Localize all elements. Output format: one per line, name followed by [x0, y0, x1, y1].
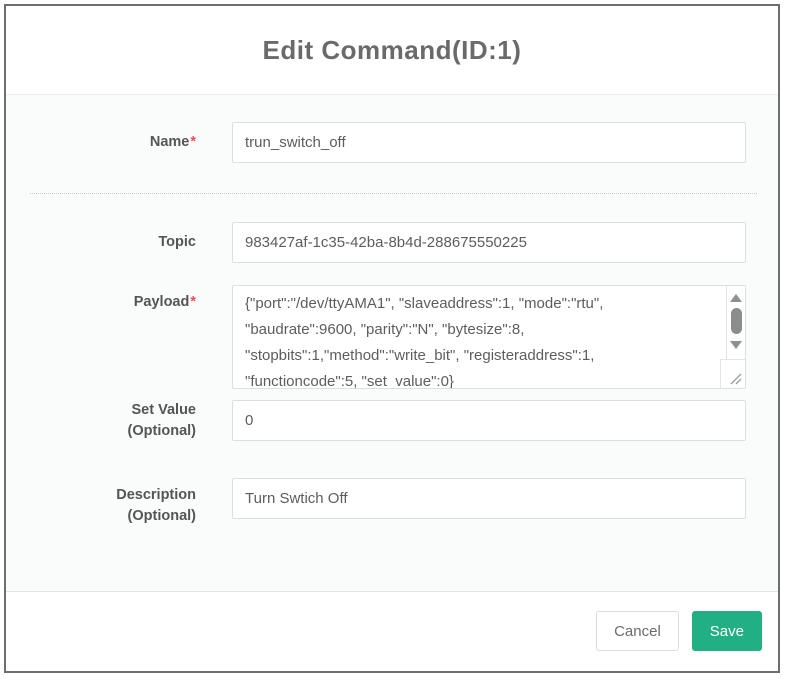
topic-label: Topic: [6, 222, 196, 263]
resize-handle[interactable]: [720, 359, 745, 388]
section-divider: [30, 193, 757, 194]
dialog-form: Name* Topic Payload* {"port":"/dev/ttyAM…: [6, 95, 778, 592]
scrollbar-thumb[interactable]: [731, 308, 742, 334]
scroll-down-icon[interactable]: [730, 341, 742, 349]
scroll-up-icon[interactable]: [730, 294, 742, 302]
name-input[interactable]: [232, 122, 746, 163]
topic-input[interactable]: [232, 222, 746, 263]
set-value-label: Set Value(Optional): [6, 400, 196, 442]
payload-label: Payload*: [6, 292, 196, 313]
save-button[interactable]: Save: [692, 611, 762, 651]
cancel-button[interactable]: Cancel: [596, 611, 679, 651]
required-asterisk: *: [190, 134, 196, 150]
required-asterisk: *: [190, 294, 196, 310]
description-label: Description(Optional): [6, 485, 196, 527]
dialog-title: Edit Command(ID:1): [263, 35, 522, 66]
resize-grip-icon: [728, 371, 743, 386]
dialog-header: Edit Command(ID:1): [6, 6, 778, 95]
payload-textarea[interactable]: {"port":"/dev/ttyAMA1", "slaveaddress":1…: [232, 285, 746, 389]
set-value-input[interactable]: [232, 400, 746, 441]
edit-command-dialog: Edit Command(ID:1) Name* Topic Payload* …: [4, 4, 780, 673]
payload-scrollbar[interactable]: [726, 286, 745, 360]
dialog-footer: Cancel Save: [6, 592, 778, 670]
payload-text: {"port":"/dev/ttyAMA1", "slaveaddress":1…: [233, 286, 719, 388]
description-input[interactable]: [232, 478, 746, 519]
name-label: Name*: [6, 122, 196, 163]
